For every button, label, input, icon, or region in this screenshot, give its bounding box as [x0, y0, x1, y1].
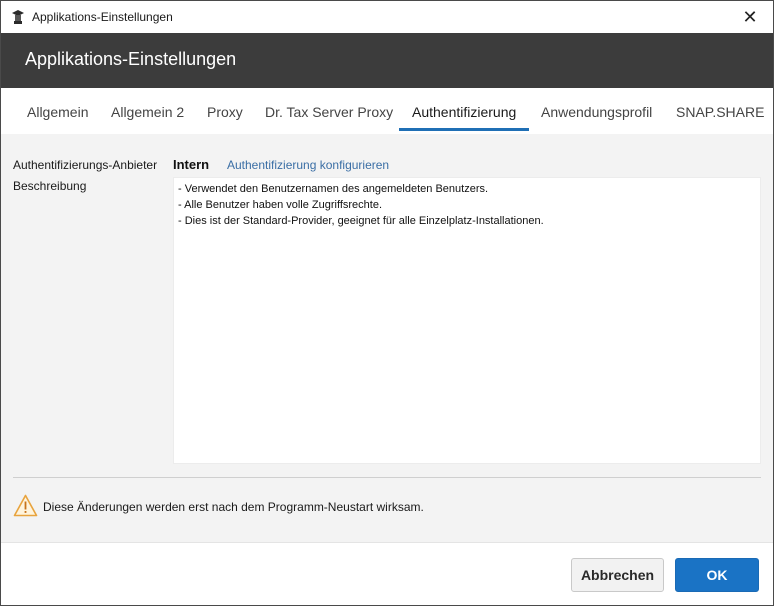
tab-allgemein[interactable]: Allgemein — [27, 104, 88, 120]
tab-allgemein-2[interactable]: Allgemein 2 — [111, 104, 184, 120]
configure-auth-link[interactable]: Authentifizierung konfigurieren — [227, 158, 389, 172]
dialog-footer: Abbrechen OK — [1, 542, 773, 605]
description-line: - Dies ist der Standard-Provider, geeign… — [178, 215, 544, 227]
dialog-header: Applikations-Einstellungen — [1, 33, 773, 88]
provider-value: Intern — [173, 157, 210, 172]
divider — [13, 477, 761, 478]
description-label: Beschreibung — [13, 179, 87, 193]
tab-anwendungsprofil[interactable]: Anwendungsprofil — [541, 104, 652, 120]
tab-authentifizierung[interactable]: Authentifizierung — [412, 104, 516, 120]
tab-snap-share[interactable]: SNAP.SHARE — [676, 104, 764, 120]
tab-proxy[interactable]: Proxy — [207, 104, 243, 120]
tab-bar: Allgemein Allgemein 2 Proxy Dr. Tax Serv… — [1, 88, 773, 134]
restart-notice: Diese Änderungen werden erst nach dem Pr… — [43, 500, 424, 514]
settings-window: Applikations-Einstellungen ✕ Applikation… — [0, 0, 774, 606]
cancel-button[interactable]: Abbrechen — [571, 558, 664, 592]
ok-button[interactable]: OK — [675, 558, 759, 592]
warning-icon — [13, 494, 38, 517]
provider-label: Authentifizierungs-Anbieter — [13, 158, 158, 172]
description-line: - Verwendet den Benutzernamen des angeme… — [178, 183, 489, 195]
description-box[interactable]: - Verwendet den Benutzernamen des angeme… — [173, 177, 761, 464]
auth-settings-panel: Authentifizierungs-Anbieter Intern Authe… — [1, 134, 773, 541]
title-bar: Applikations-Einstellungen ✕ — [1, 1, 773, 33]
close-icon[interactable]: ✕ — [727, 1, 773, 33]
tab-dr-tax-server-proxy[interactable]: Dr. Tax Server Proxy — [265, 104, 393, 120]
page-title: Applikations-Einstellungen — [25, 49, 237, 69]
description-line: - Alle Benutzer haben volle Zugriffsrech… — [178, 199, 383, 211]
app-icon — [11, 9, 25, 25]
window-title: Applikations-Einstellungen — [32, 10, 173, 24]
active-tab-indicator — [399, 128, 529, 131]
